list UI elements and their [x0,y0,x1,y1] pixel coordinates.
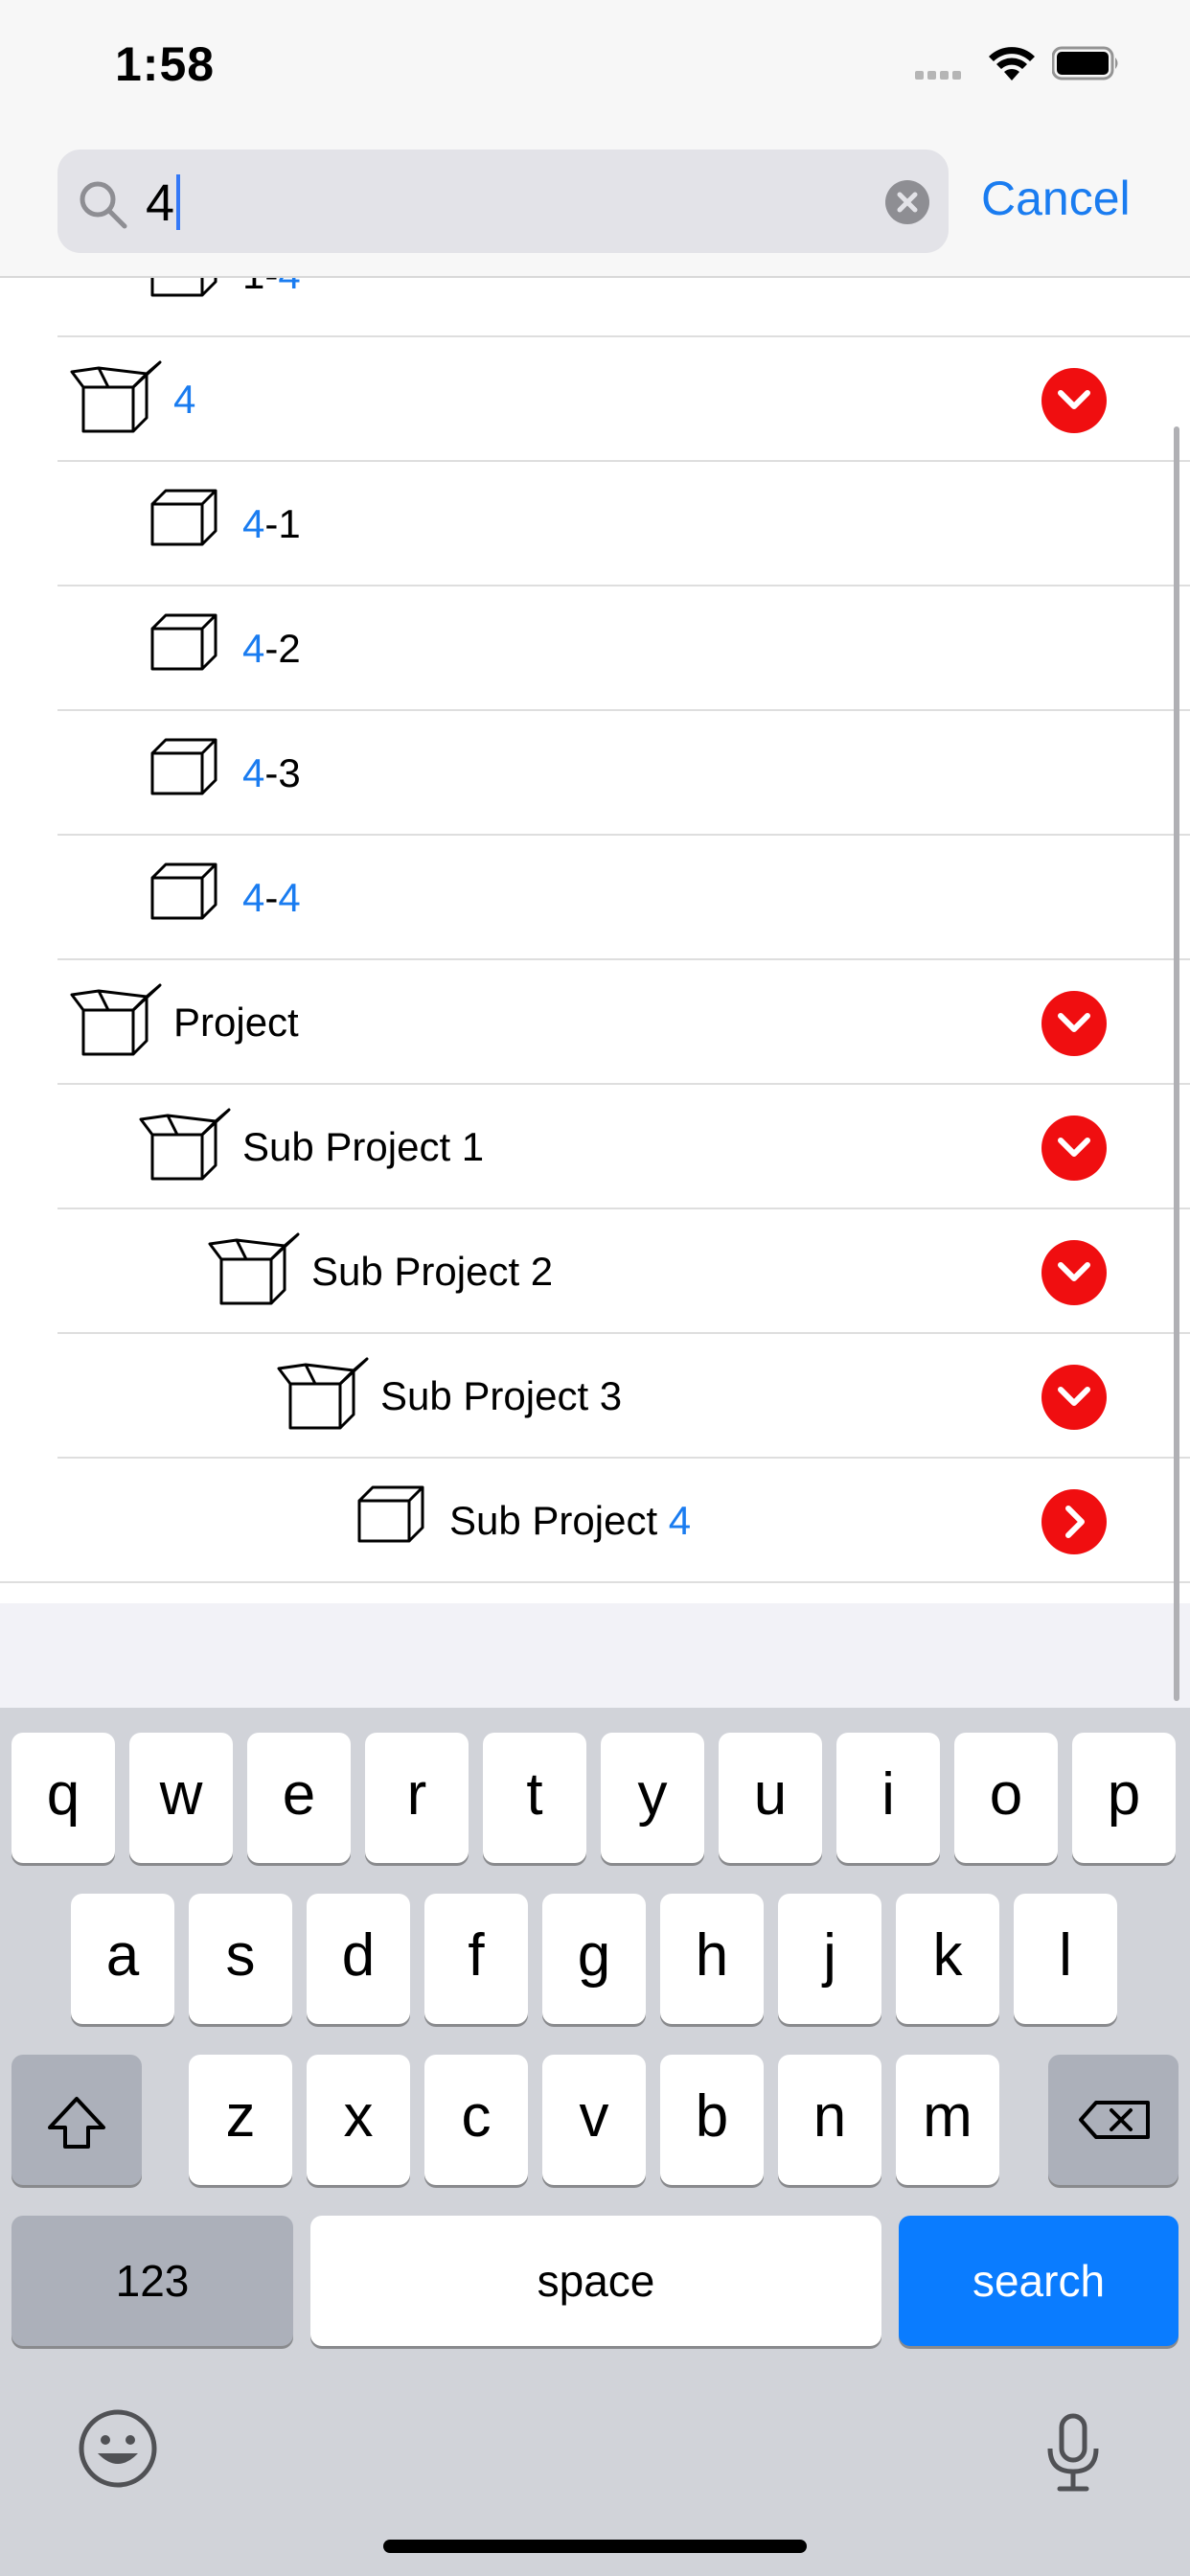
list-item-label: 4-2 [242,626,301,671]
shift-key[interactable] [11,2055,142,2185]
closed-box-icon [150,862,217,920]
search-icon [80,181,127,229]
list-item-label: 4 [173,377,196,422]
numbers-key[interactable]: 123 [11,2216,293,2346]
closed-box-icon [357,1485,424,1543]
closed-box-icon [150,738,217,795]
open-box-icon [70,983,162,1056]
list-item[interactable]: 1-4 [0,278,1190,337]
cellular-signal-icon [915,67,965,84]
battery-icon [1052,46,1118,80]
list-item-label: 4-1 [242,501,301,546]
list-item-label: 4-3 [242,750,301,795]
key-r[interactable]: r [365,1733,469,1863]
closed-box-icon [150,278,217,297]
list-item[interactable]: 4 [0,337,1190,462]
status-bar: 1:58 [0,0,1190,134]
list-item[interactable]: Project [0,960,1190,1085]
backspace-icon [1079,2101,1150,2139]
list-item-label: 4-4 [242,875,301,920]
key-f[interactable]: f [424,1894,528,2024]
list-item-label: 1-4 [242,278,301,299]
emoji-icon[interactable] [77,2407,159,2490]
closed-box-icon [150,613,217,671]
chevron-right-icon[interactable] [1041,1489,1107,1554]
keyboard: q w e r t y u i o p a s d f g h j k l z … [0,1708,1190,2576]
list-item[interactable]: 4-3 [0,711,1190,836]
key-g[interactable]: g [542,1894,646,2024]
key-y[interactable]: y [601,1733,704,1863]
space-key[interactable]: space [310,2216,881,2346]
clear-search-icon[interactable] [885,180,929,224]
list-item-label: Sub Project 3 [380,1373,623,1418]
list-item[interactable]: 4-1 [0,462,1190,586]
list-item-label: Sub Project 2 [311,1249,554,1294]
shift-icon [48,2097,105,2149]
search-key[interactable]: search [899,2216,1179,2346]
list-item-label: Sub Project 1 [242,1124,485,1169]
list-item[interactable]: Sub Project 2 [0,1209,1190,1334]
closed-box-icon [150,489,217,546]
list-item[interactable]: Sub Project 4 [0,1459,1190,1583]
key-q[interactable]: q [11,1733,115,1863]
list-item[interactable]: Sub Project 1 [0,1085,1190,1209]
open-box-icon [70,360,162,433]
key-b[interactable]: b [660,2055,764,2185]
key-j[interactable]: j [778,1894,881,2024]
key-x[interactable]: x [307,2055,410,2185]
chevron-down-icon[interactable] [1041,1116,1107,1181]
microphone-icon[interactable] [1044,2412,1102,2495]
open-box-icon [139,1108,231,1181]
open-box-icon [208,1232,300,1305]
list-item-label: Sub Project 4 [449,1498,692,1543]
key-u[interactable]: u [719,1733,822,1863]
key-c[interactable]: c [424,2055,528,2185]
key-z[interactable]: z [189,2055,292,2185]
search-query-text: 4 [146,174,181,232]
key-m[interactable]: m [896,2055,999,2185]
key-e[interactable]: e [247,1733,351,1863]
text-cursor [176,174,181,230]
search-bar: 4 Cancel [0,134,1190,278]
status-time: 1:58 [115,37,216,91]
key-l[interactable]: l [1014,1894,1117,2024]
delete-key[interactable] [1048,2055,1179,2185]
key-h[interactable]: h [660,1894,764,2024]
key-s[interactable]: s [189,1894,292,2024]
wifi-icon [989,47,1035,80]
search-input[interactable]: 4 [57,150,949,253]
key-d[interactable]: d [307,1894,410,2024]
results-list: 1-4 4 4-1 4-2 4-3 [0,278,1190,1603]
home-indicator[interactable] [383,2540,807,2553]
key-t[interactable]: t [483,1733,586,1863]
list-item-label: Project [173,1000,299,1045]
cancel-button[interactable]: Cancel [981,171,1131,226]
chevron-down-icon[interactable] [1041,1365,1107,1430]
key-p[interactable]: p [1072,1733,1176,1863]
chevron-down-icon[interactable] [1041,368,1107,433]
key-o[interactable]: o [954,1733,1058,1863]
open-box-icon [277,1357,369,1430]
key-v[interactable]: v [542,2055,646,2185]
key-w[interactable]: w [129,1733,233,1863]
chevron-down-icon[interactable] [1041,991,1107,1056]
key-k[interactable]: k [896,1894,999,2024]
scrollbar[interactable] [1174,426,1179,1701]
list-item[interactable]: Sub Project 3 [0,1334,1190,1459]
key-i[interactable]: i [836,1733,940,1863]
key-n[interactable]: n [778,2055,881,2185]
list-item[interactable]: 4-2 [0,586,1190,711]
key-a[interactable]: a [71,1894,174,2024]
list-item[interactable]: 4-4 [0,836,1190,960]
chevron-down-icon[interactable] [1041,1240,1107,1305]
